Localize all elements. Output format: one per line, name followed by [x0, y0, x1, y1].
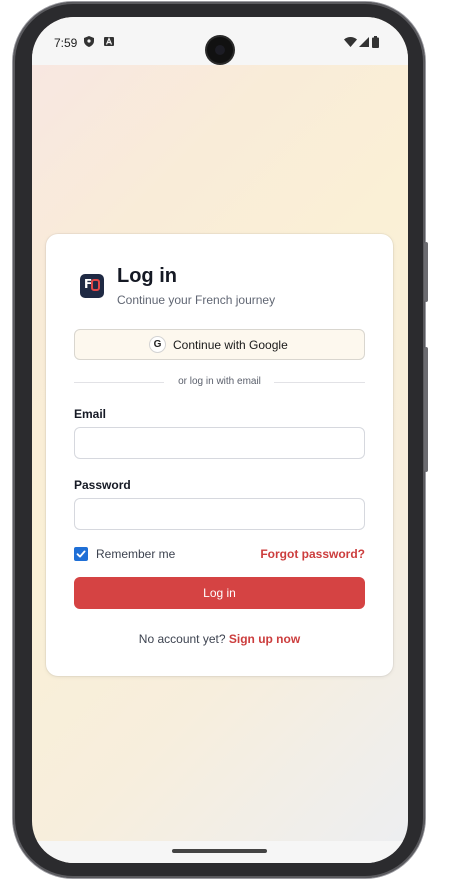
password-field[interactable] — [74, 498, 365, 530]
front-camera — [207, 37, 233, 63]
remember-me-label[interactable]: Remember me — [96, 547, 175, 561]
battery-icon — [372, 36, 379, 48]
a-badge-icon — [104, 36, 114, 46]
google-login-button[interactable]: G Continue with Google — [74, 329, 365, 360]
wifi-icon — [344, 37, 357, 47]
divider-right — [274, 382, 365, 383]
login-button[interactable]: Log in — [74, 577, 365, 609]
signup-prompt-text: No account yet? — [138, 632, 229, 646]
page-subtitle: Continue your French journey — [117, 293, 276, 307]
signal-icon — [359, 37, 369, 47]
signup-prompt: No account yet? Sign up now — [46, 632, 393, 646]
navigation-bar — [32, 841, 408, 863]
google-icon: G — [149, 336, 166, 353]
remember-me-checkbox[interactable] — [74, 547, 88, 561]
shield-icon — [84, 36, 94, 47]
forgot-password-link[interactable]: Forgot password? — [260, 547, 365, 561]
power-button — [424, 242, 428, 302]
signup-link[interactable]: Sign up now — [229, 632, 300, 646]
status-time: 7:59 — [54, 36, 78, 50]
status-bar: 7:59 — [32, 17, 408, 65]
home-indicator[interactable] — [172, 849, 267, 853]
login-card: F Log in Continue your French journey G … — [46, 234, 393, 676]
app-logo-icon: F — [80, 274, 104, 298]
email-label: Email — [74, 407, 107, 421]
screen: 7:59 F Log in Continue your French journ… — [32, 17, 408, 863]
phone-frame: 7:59 F Log in Continue your French journ… — [13, 2, 428, 878]
page-title: Log in — [117, 265, 177, 287]
checkmark-icon — [76, 550, 86, 558]
google-button-label: Continue with Google — [173, 338, 288, 352]
volume-button — [424, 347, 428, 472]
password-label: Password — [74, 478, 131, 492]
email-field[interactable] — [74, 427, 365, 459]
